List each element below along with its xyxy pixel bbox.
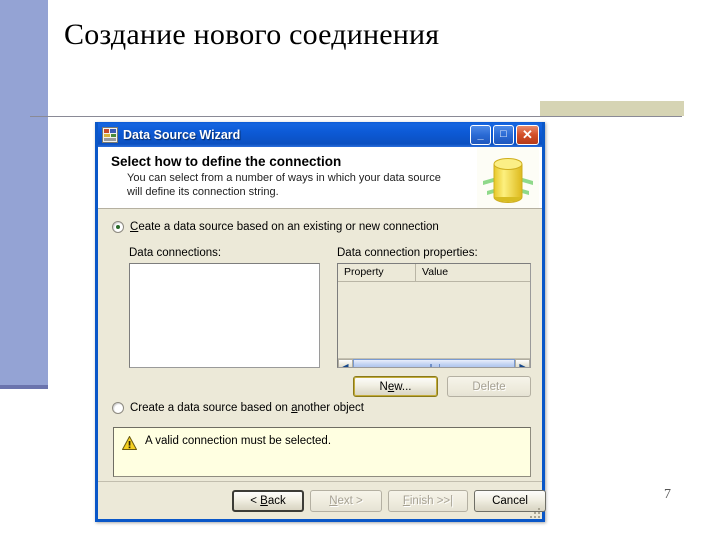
radio-another-object[interactable]: Create a data source based on another ob… (112, 402, 364, 414)
radio-label-another-object: Create a data source based on another ob… (130, 402, 365, 414)
label-data-connection-properties: Data connection properties: (337, 247, 478, 259)
radio-indicator-existing[interactable] (112, 221, 124, 233)
validation-warning-message: A valid connection must be selected. (145, 435, 332, 447)
data-connection-properties-grid[interactable]: Property Value ◀ ▶ (337, 263, 531, 368)
finish-button-label: Finish >>| (402, 495, 454, 507)
validation-warning-box: A valid connection must be selected. (113, 427, 531, 477)
scroll-right-arrow-icon[interactable]: ▶ (515, 359, 530, 367)
close-icon: ✕ (522, 126, 533, 142)
window-controls: _ □ ✕ (470, 124, 540, 145)
maximize-icon: □ (500, 127, 507, 140)
dialog-titlebar[interactable]: Data Source Wizard _ □ ✕ (98, 122, 542, 147)
slide-title-divider (30, 116, 682, 117)
slide-right-accent-band (540, 101, 684, 116)
hscroll-track[interactable] (353, 359, 515, 367)
label-data-connections: Data connections: (129, 247, 222, 259)
radio-label-existing: Ceate a data source based on an existing… (130, 221, 439, 233)
slide-page-number: 7 (664, 487, 671, 502)
data-connections-listbox[interactable] (129, 263, 320, 368)
delete-button-label: Delete (472, 380, 506, 393)
properties-grid-body[interactable] (338, 282, 530, 358)
finish-button: Finish >>| (388, 490, 468, 512)
column-header-property[interactable]: Property (338, 264, 416, 281)
wizard-body: Ceate a data source based on an existing… (98, 209, 542, 485)
wizard-description: You can select from a number of ways in … (127, 172, 441, 198)
new-button-label: New... (379, 380, 412, 393)
warning-triangle-icon (122, 436, 137, 450)
next-button-label: Next > (329, 495, 363, 507)
properties-grid-hscrollbar[interactable]: ◀ ▶ (338, 358, 530, 367)
minimize-button[interactable]: _ (470, 124, 491, 145)
radio-indicator-another-object[interactable] (112, 402, 124, 414)
delete-button: Delete (447, 376, 531, 397)
minimize-icon: _ (477, 128, 484, 141)
close-button[interactable]: ✕ (516, 124, 539, 145)
dialog-title: Data Source Wizard (123, 127, 241, 142)
new-button[interactable]: New... (353, 376, 438, 397)
properties-grid-header: Property Value (338, 264, 530, 282)
maximize-button[interactable]: □ (493, 124, 514, 145)
cancel-button-label: Cancel (492, 495, 528, 507)
column-header-value[interactable]: Value (416, 264, 530, 281)
back-button-label: < Back (250, 495, 286, 507)
wizard-footer: < Back Next > Finish >>| Cancel (98, 481, 546, 519)
slide-left-accent-band (0, 0, 48, 389)
slide-canvas: Создание нового соединения 7 Data Source… (0, 0, 720, 540)
data-source-wizard-dialog: Data Source Wizard _ □ ✕ Select how to d… (95, 122, 546, 522)
wizard-header-banner: Select how to define the connection You … (98, 147, 542, 209)
radio-existing-or-new-connection[interactable]: Ceate a data source based on an existing… (112, 221, 439, 233)
next-button: Next > (310, 490, 382, 512)
database-cylinder-icon (477, 147, 539, 208)
app-window-icon (102, 126, 118, 143)
back-button[interactable]: < Back (232, 490, 304, 512)
hscroll-thumb[interactable] (353, 359, 515, 367)
scroll-left-arrow-icon[interactable]: ◀ (338, 359, 353, 367)
resize-grip-icon[interactable] (528, 506, 540, 518)
page-title: Создание нового соединения (64, 18, 440, 51)
